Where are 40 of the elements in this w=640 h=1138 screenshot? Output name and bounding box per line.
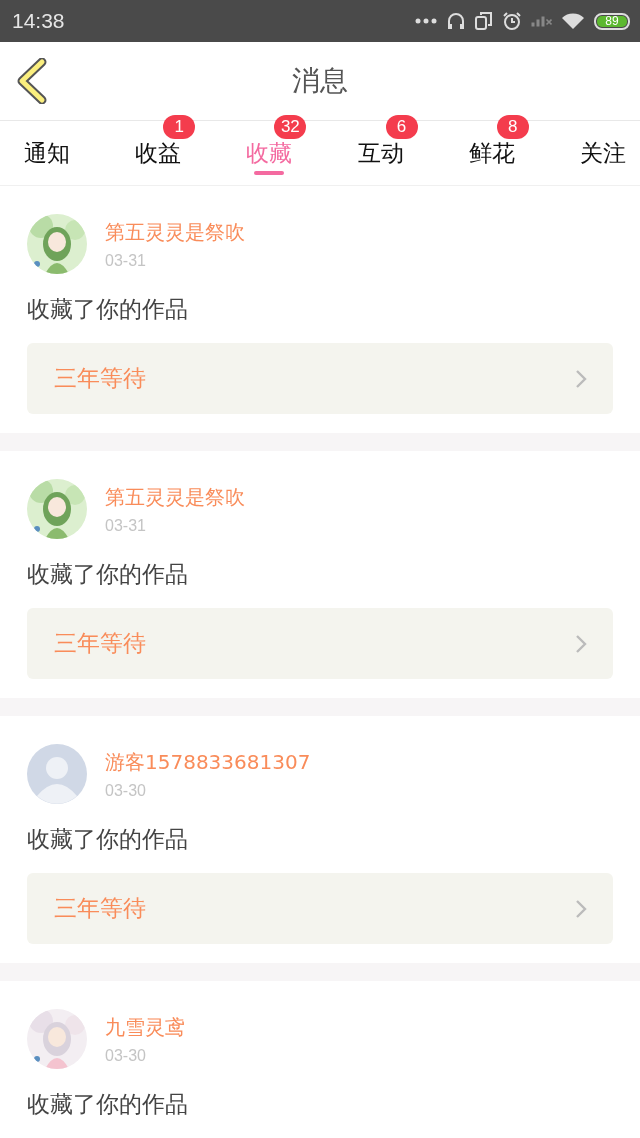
tab[interactable]: 收益 — [135, 137, 182, 169]
message-date: 03-31 — [105, 516, 147, 535]
avatar-icon — [27, 744, 87, 804]
chevron-icon — [575, 368, 587, 389]
signal-icon — [531, 15, 552, 27]
count-badge: 32 — [274, 115, 307, 139]
clock: 14:38 — [12, 9, 65, 33]
tab[interactable]: 互动 — [357, 137, 404, 169]
count-badge: 8 — [496, 115, 529, 139]
work-link[interactable]: 三年等待 — [27, 608, 613, 679]
user-name[interactable]: 九雪灵鸢 — [105, 1013, 185, 1041]
tab[interactable]: 通知 — [24, 137, 70, 169]
user-name[interactable]: 第五灵灵是祭吹 — [105, 483, 245, 511]
tab[interactable]: 关注 — [579, 137, 626, 169]
user-name[interactable]: 第五灵灵是祭吹 — [105, 218, 245, 246]
user-name[interactable]: 游客1578833681307 — [105, 748, 311, 776]
message-date: 03-31 — [105, 251, 147, 270]
count-badge: 1 — [163, 115, 196, 139]
message-text: 收藏了你的作品 — [27, 560, 189, 589]
message-text: 收藏了你的作品 — [27, 295, 189, 324]
message-text: 收藏了你的作品 — [27, 825, 189, 854]
tab-indicator — [254, 171, 285, 175]
count-badge: 6 — [385, 115, 418, 139]
message-date: 03-30 — [105, 781, 147, 800]
chevron-icon — [575, 898, 587, 919]
tab[interactable]: 鲜花 — [468, 137, 515, 169]
tab[interactable]: 收藏 — [246, 137, 293, 169]
message-date: 03-30 — [105, 1046, 147, 1065]
battery-level: 89 — [597, 15, 627, 27]
work-link[interactable]: 三年等待 — [27, 343, 613, 414]
more-icon — [415, 18, 437, 24]
page-title: 消息 — [292, 63, 348, 99]
work-link[interactable]: 三年等待 — [27, 873, 613, 944]
message-text: 收藏了你的作品 — [27, 1090, 189, 1119]
back-icon[interactable] — [16, 58, 48, 104]
copy-icon — [475, 11, 493, 31]
alarm-icon — [502, 11, 522, 31]
chevron-icon — [575, 633, 587, 654]
headphones-icon — [446, 11, 466, 31]
wifi-icon — [561, 12, 585, 30]
